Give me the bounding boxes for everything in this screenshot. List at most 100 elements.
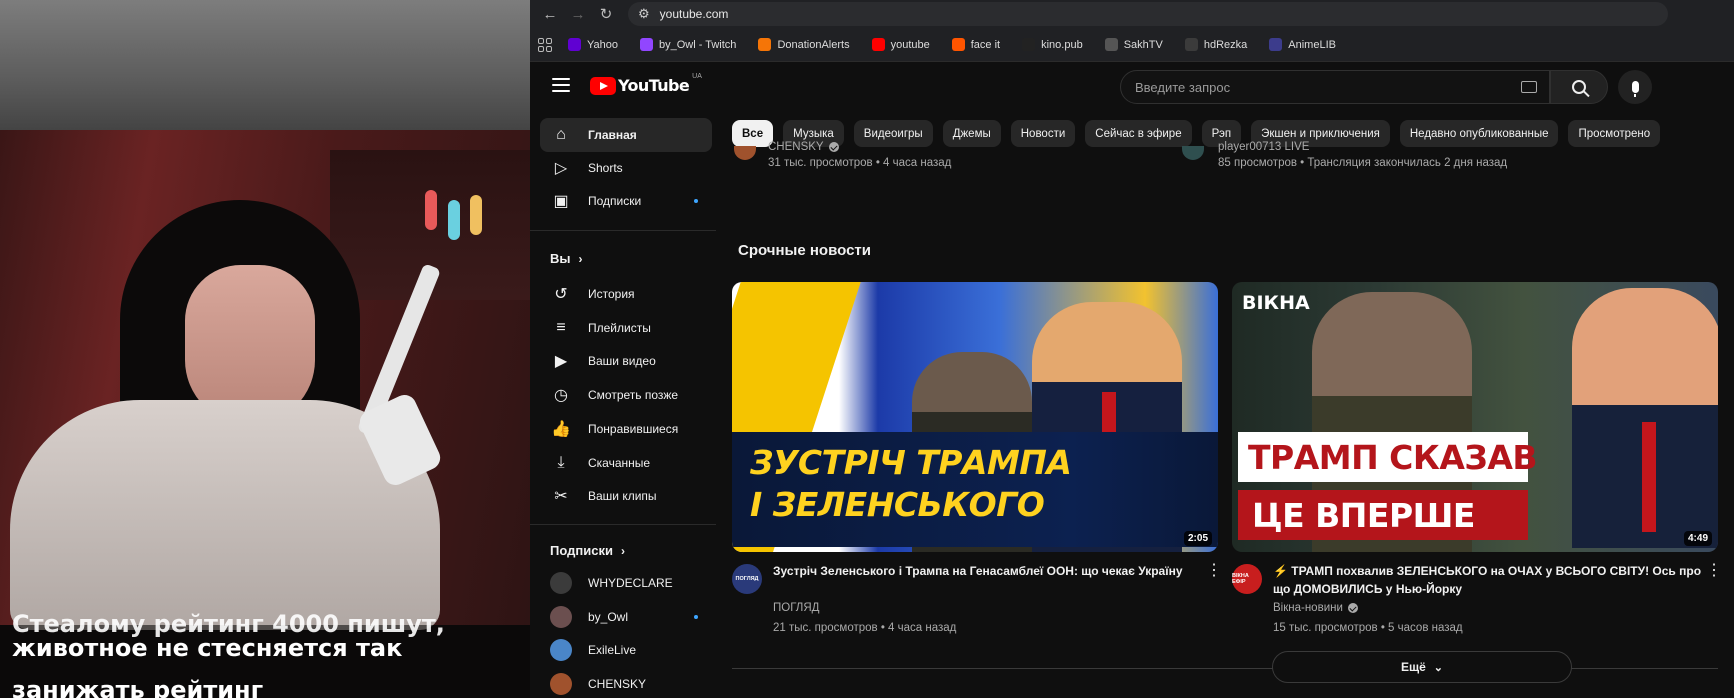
liked-icon: 👍 (551, 420, 571, 438)
sidebar-item-label: Понравившиеся (588, 421, 679, 436)
twitch-icon (640, 38, 653, 51)
new-content-dot (694, 614, 698, 619)
bookmark-item[interactable]: youtube (871, 38, 930, 51)
bookmark-item[interactable]: face it (951, 38, 1000, 51)
video-title[interactable]: ⚡ ТРАМП похвалив ЗЕЛЕНСЬКОГО на ОЧАХ у В… (1273, 562, 1703, 598)
thumbnail-brand: ВІКНА (1242, 292, 1310, 314)
sidebar-item-label: Главная (588, 128, 637, 142)
channel-avatar[interactable]: ПОГЛЯД (732, 564, 762, 594)
filter-chip[interactable]: Сейчас в эфире (1085, 120, 1192, 147)
search-button[interactable] (1550, 70, 1608, 104)
bookmark-label: by_Owl - Twitch (659, 38, 737, 51)
sidebar-item[interactable]: ↺ История (540, 277, 712, 311)
channel-name[interactable]: ПОГЛЯД (773, 602, 819, 614)
search-placeholder: Введите запрос (1135, 79, 1231, 95)
channel-name[interactable]: CHENSKY (768, 141, 839, 153)
sidebar-item[interactable]: ◷ Смотреть позже (540, 378, 712, 412)
donationalerts-icon (758, 38, 772, 51)
apps-grid-icon[interactable] (538, 37, 552, 52)
filter-chip[interactable]: Новости (1010, 120, 1076, 147)
channel-avatar[interactable] (734, 146, 756, 160)
filter-chip[interactable]: Все (732, 120, 774, 147)
sidebar-item-label: Плейлисты (588, 320, 651, 335)
history-icon: ↺ (554, 286, 568, 303)
channel-name[interactable]: Вікна-новини (1273, 602, 1358, 614)
bookmark-item[interactable]: DonationAlerts (758, 38, 850, 51)
sidebar-item[interactable]: ExileLive (540, 633, 712, 667)
sidebar-item[interactable]: ⤓ Скачанные (540, 446, 712, 480)
verified-icon (1347, 603, 1358, 613)
sidebar-item-label: Ваши видео (588, 354, 656, 369)
reload-icon[interactable]: ↻ (592, 0, 620, 28)
menu-icon[interactable] (552, 78, 570, 92)
bookmark-item[interactable]: by_Owl - Twitch (640, 38, 736, 51)
sidebar-item[interactable]: by_Owl (540, 600, 712, 634)
more-actions-icon[interactable]: ⋮ (1206, 563, 1222, 579)
forward-icon[interactable]: → (564, 0, 592, 28)
voice-search-button[interactable] (1618, 70, 1652, 104)
filter-chip[interactable]: Видеоигры (853, 120, 933, 147)
sidebar-section-header[interactable]: Вы › (550, 251, 583, 266)
bookmark-item[interactable]: kino.pub (1022, 38, 1083, 51)
bookmark-item[interactable]: SakhTV (1104, 38, 1163, 51)
home-icon: ⌂ (556, 126, 566, 143)
video-duration: 2:05 (1183, 531, 1212, 546)
search-icon (1572, 80, 1586, 94)
channel-avatar (550, 639, 572, 661)
sidebar-item[interactable]: ▶ Ваши видео (540, 344, 712, 378)
webcam-lamp (425, 190, 437, 230)
video-title[interactable]: Зустріч Зеленського і Трампа на Генасамб… (773, 562, 1203, 580)
sidebar-item[interactable]: ▷ Shorts (540, 151, 712, 185)
sidebar-item[interactable]: ▣ Подписки (540, 184, 712, 218)
microphone-icon (1631, 81, 1639, 97)
section-title: Срочные новости (738, 242, 871, 259)
sidebar-item-label: Ваши клипы (588, 489, 657, 504)
youtube-logo[interactable]: YouTube UA (590, 73, 702, 95)
address-bar: ← → ↻ ⚙ youtube.com (530, 0, 1734, 28)
show-more-button[interactable]: Ещё ⌄ (1272, 651, 1572, 683)
subscriptions-icon: ▣ (553, 193, 569, 210)
bookmark-item[interactable]: hdRezka (1184, 38, 1247, 51)
channel-avatar[interactable]: ВІКНА ЕФІР (1232, 564, 1262, 594)
clips-icon: ✂ (554, 488, 568, 506)
sidebar-item[interactable]: WHYDECLARE (540, 566, 712, 600)
video-thumbnail[interactable]: ЗУСТРІЧ ТРАМПА І ЗЕЛЕНСЬКОГО 2:05 (732, 282, 1218, 552)
yahoo-icon (568, 38, 581, 51)
more-actions-icon[interactable]: ⋮ (1706, 563, 1722, 579)
sidebar-item[interactable]: 👍 Понравившиеся (540, 412, 712, 446)
channel-avatar[interactable] (1182, 146, 1204, 160)
bookmark-item[interactable]: Yahoo (568, 38, 618, 51)
filter-chip[interactable]: Просмотрено (1568, 120, 1661, 147)
url-field[interactable]: ⚙ youtube.com (628, 2, 1668, 26)
bookmark-list: Yahoo by_Owl - Twitch DonationAlerts youtub… (568, 38, 1358, 51)
sidebar-section-header[interactable]: Подписки › (550, 543, 625, 558)
thumbnail-text: ЗУСТРІЧ ТРАМПА І ЗЕЛЕНСЬКОГО (750, 443, 1072, 524)
country-code: UA (692, 73, 702, 80)
video-thumbnail[interactable]: ВІКНА ТРАМП СКАЗАВ ЦЕ ВПЕРШЕ 4:49 (1232, 282, 1718, 552)
filter-chip[interactable]: Джемы (942, 120, 1001, 147)
bookmark-label: SakhTV (1123, 38, 1163, 51)
search-input[interactable]: Введите запрос (1120, 70, 1550, 104)
thumbnail-text: ТРАМП СКАЗАВ (1238, 432, 1538, 482)
sidebar-item[interactable]: ✂ Ваши клипы (540, 479, 712, 513)
channel-name[interactable]: player00713 LIVE (1218, 141, 1309, 153)
sidebar-item-label: История (588, 287, 635, 301)
channel-avatar (550, 605, 572, 628)
keyboard-icon[interactable] (1521, 81, 1537, 93)
sidebar-item[interactable]: ⌂ Главная (540, 118, 712, 152)
faceit-icon (951, 38, 965, 51)
video-info: ПОГЛЯД Зустріч Зеленського і Трампа на Г… (732, 562, 1222, 652)
bookmark-label: Yahoo (587, 38, 618, 51)
bookmarks-bar: Yahoo by_Owl - Twitch DonationAlerts youtub… (530, 28, 1734, 62)
filter-chip[interactable]: Недавно опубликованные (1399, 120, 1559, 147)
site-settings-icon[interactable]: ⚙ (638, 6, 650, 22)
bookmark-label: DonationAlerts (777, 38, 850, 51)
sidebar-item[interactable]: CHENSKY (540, 667, 712, 698)
youtube-header: YouTube UA Введите запрос (530, 62, 1734, 114)
caption-line: занижать рейтинг (12, 676, 264, 698)
sidebar-item-label: Подписки (588, 194, 642, 208)
back-icon[interactable]: ← (536, 0, 564, 28)
bookmark-item[interactable]: AnimeLIB (1269, 38, 1336, 51)
video-duration: 4:49 (1683, 531, 1712, 546)
sidebar-item[interactable]: ≡ Плейлисты (540, 311, 712, 345)
